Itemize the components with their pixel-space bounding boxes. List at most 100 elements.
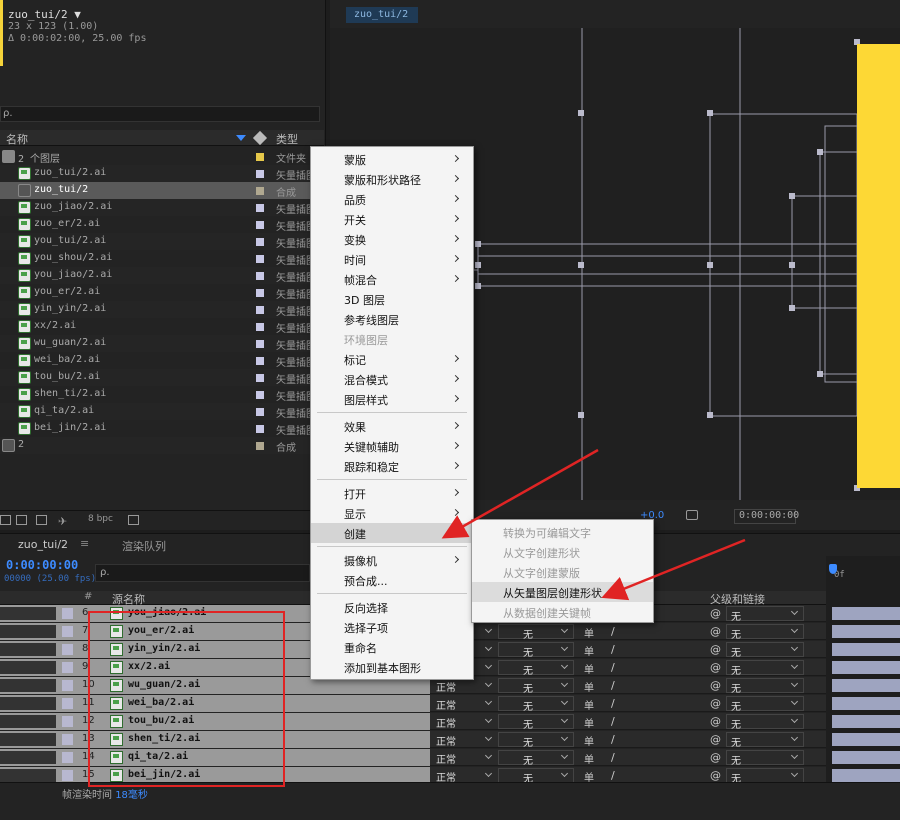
label-swatch[interactable] [256, 289, 264, 297]
label-swatch[interactable] [256, 272, 264, 280]
quality-slash-icon[interactable]: / [611, 679, 615, 692]
shy-switch[interactable]: 单 [584, 625, 594, 640]
comp-title[interactable]: zuo_tui/2 ▼ [8, 8, 81, 21]
menu-item[interactable]: 帧混合 [311, 269, 473, 289]
pick-whip-icon[interactable]: @ [710, 769, 721, 782]
blend-mode[interactable]: 正常 [436, 697, 456, 712]
layer-label-color[interactable] [62, 716, 73, 727]
layer-switches[interactable] [0, 679, 56, 692]
project-item[interactable]: yin_yin/2.ai 矢量插图 [0, 301, 324, 318]
layer-duration-bar[interactable] [832, 679, 900, 692]
quality-slash-icon[interactable]: / [611, 769, 615, 782]
layer-duration-bar[interactable] [832, 715, 900, 728]
quality-slash-icon[interactable]: / [611, 715, 615, 728]
project-search-input[interactable]: ρ. [0, 106, 320, 122]
pick-whip-icon[interactable]: @ [710, 607, 721, 620]
label-swatch[interactable] [256, 408, 264, 416]
menu-item[interactable]: 关键帧辅助 [311, 436, 473, 456]
shy-switch[interactable]: 单 [584, 643, 594, 658]
menu-item[interactable]: 预合成... [311, 570, 473, 590]
layer-duration-bar[interactable] [832, 733, 900, 746]
layer-label-color[interactable] [62, 680, 73, 691]
shy-switch[interactable]: 单 [584, 715, 594, 730]
layer-switches[interactable] [0, 751, 56, 764]
label-swatch[interactable] [256, 153, 264, 161]
layer-duration-bar[interactable] [832, 697, 900, 710]
column-type[interactable]: 类型 [276, 131, 298, 147]
label-swatch[interactable] [256, 187, 264, 195]
menu-item[interactable]: 效果 [311, 416, 473, 436]
pick-whip-icon[interactable]: @ [710, 643, 721, 656]
current-time[interactable]: 0:00:00:00 [6, 558, 78, 572]
layer-switches[interactable] [0, 607, 56, 620]
quality-slash-icon[interactable]: / [611, 643, 615, 656]
project-item[interactable]: xx/2.ai 矢量插图 [0, 318, 324, 335]
blend-mode[interactable]: 正常 [436, 751, 456, 766]
menu-item[interactable]: 3D 图层 [311, 289, 473, 309]
menu-item[interactable]: 跟踪和稳定 [311, 456, 473, 476]
project-item[interactable]: zuo_tui/2 合成 [0, 182, 324, 199]
pick-whip-icon[interactable]: @ [710, 661, 721, 674]
menu-item[interactable]: 反向选择 [311, 597, 473, 617]
project-item[interactable]: tou_bu/2.ai 矢量插图 [0, 369, 324, 386]
layer-duration-bar[interactable] [832, 643, 900, 656]
menu-item[interactable]: 时间 [311, 249, 473, 269]
snapshot-icon[interactable] [686, 510, 698, 520]
menu-item[interactable]: 蒙版 [311, 149, 473, 169]
layer-switches[interactable] [0, 643, 56, 656]
new-folder-icon[interactable] [16, 515, 27, 525]
project-item[interactable]: you_er/2.ai 矢量插图 [0, 284, 324, 301]
viewer-tab[interactable]: zuo_tui/2 [346, 7, 418, 23]
chevron-down-icon[interactable] [484, 733, 493, 742]
project-item[interactable]: zuo_tui/2.ai 矢量插图 [0, 165, 324, 182]
flowchart-icon[interactable]: ✈ [58, 515, 69, 528]
menu-item[interactable]: 摄像机 [311, 550, 473, 570]
project-item[interactable]: zuo_er/2.ai 矢量插图 [0, 216, 324, 233]
pick-whip-icon[interactable]: @ [710, 751, 721, 764]
layer-label-color[interactable] [62, 608, 73, 619]
new-comp-icon[interactable] [36, 515, 47, 525]
quality-slash-icon[interactable]: / [611, 697, 615, 710]
sort-arrow-icon[interactable] [236, 135, 246, 141]
menu-item[interactable]: 打开 [311, 483, 473, 503]
menu-item[interactable]: 显示 [311, 503, 473, 523]
pick-whip-icon[interactable]: @ [710, 679, 721, 692]
label-swatch[interactable] [256, 425, 264, 433]
chevron-down-icon[interactable] [484, 625, 493, 634]
menu-item[interactable]: 选择子项 [311, 617, 473, 637]
menu-item[interactable]: 变换 [311, 229, 473, 249]
project-item[interactable]: qi_ta/2.ai 矢量插图 [0, 403, 324, 420]
menu-item[interactable]: 参考线图层 [311, 309, 473, 329]
menu-item[interactable]: 添加到基本图形 [311, 657, 473, 677]
quality-slash-icon[interactable]: / [611, 751, 615, 764]
project-item[interactable]: you_tui/2.ai 矢量插图 [0, 233, 324, 250]
project-item[interactable]: you_shou/2.ai 矢量插图 [0, 250, 324, 267]
shy-switch[interactable]: 单 [584, 697, 594, 712]
label-swatch[interactable] [256, 204, 264, 212]
menu-item[interactable]: 混合模式 [311, 369, 473, 389]
shy-switch[interactable]: 单 [584, 661, 594, 676]
layer-label-color[interactable] [62, 644, 73, 655]
interpret-footage-icon[interactable] [0, 515, 11, 525]
shy-switch[interactable]: 单 [584, 679, 594, 694]
project-item[interactable]: zuo_jiao/2.ai 矢量插图 [0, 199, 324, 216]
menu-item[interactable]: 开关 [311, 209, 473, 229]
column-name[interactable]: 名称 [6, 131, 28, 147]
pick-whip-icon[interactable]: @ [710, 715, 721, 728]
blend-mode[interactable]: 正常 [436, 733, 456, 748]
layer-duration-bar[interactable] [832, 769, 900, 782]
quality-slash-icon[interactable]: / [611, 733, 615, 746]
quality-slash-icon[interactable]: / [611, 625, 615, 638]
bit-depth[interactable]: 8 bpc [88, 514, 113, 524]
chevron-down-icon[interactable] [484, 769, 493, 778]
blend-mode[interactable]: 正常 [436, 715, 456, 730]
timeline-search-input[interactable]: ρ. [95, 564, 310, 582]
chevron-down-icon[interactable] [484, 643, 493, 652]
label-swatch[interactable] [256, 442, 264, 450]
quality-slash-icon[interactable]: / [611, 661, 615, 674]
label-swatch[interactable] [256, 306, 264, 314]
layer-switches[interactable] [0, 715, 56, 728]
chevron-down-icon[interactable] [484, 751, 493, 760]
pick-whip-icon[interactable]: @ [710, 733, 721, 746]
layer-duration-bar[interactable] [832, 625, 900, 638]
